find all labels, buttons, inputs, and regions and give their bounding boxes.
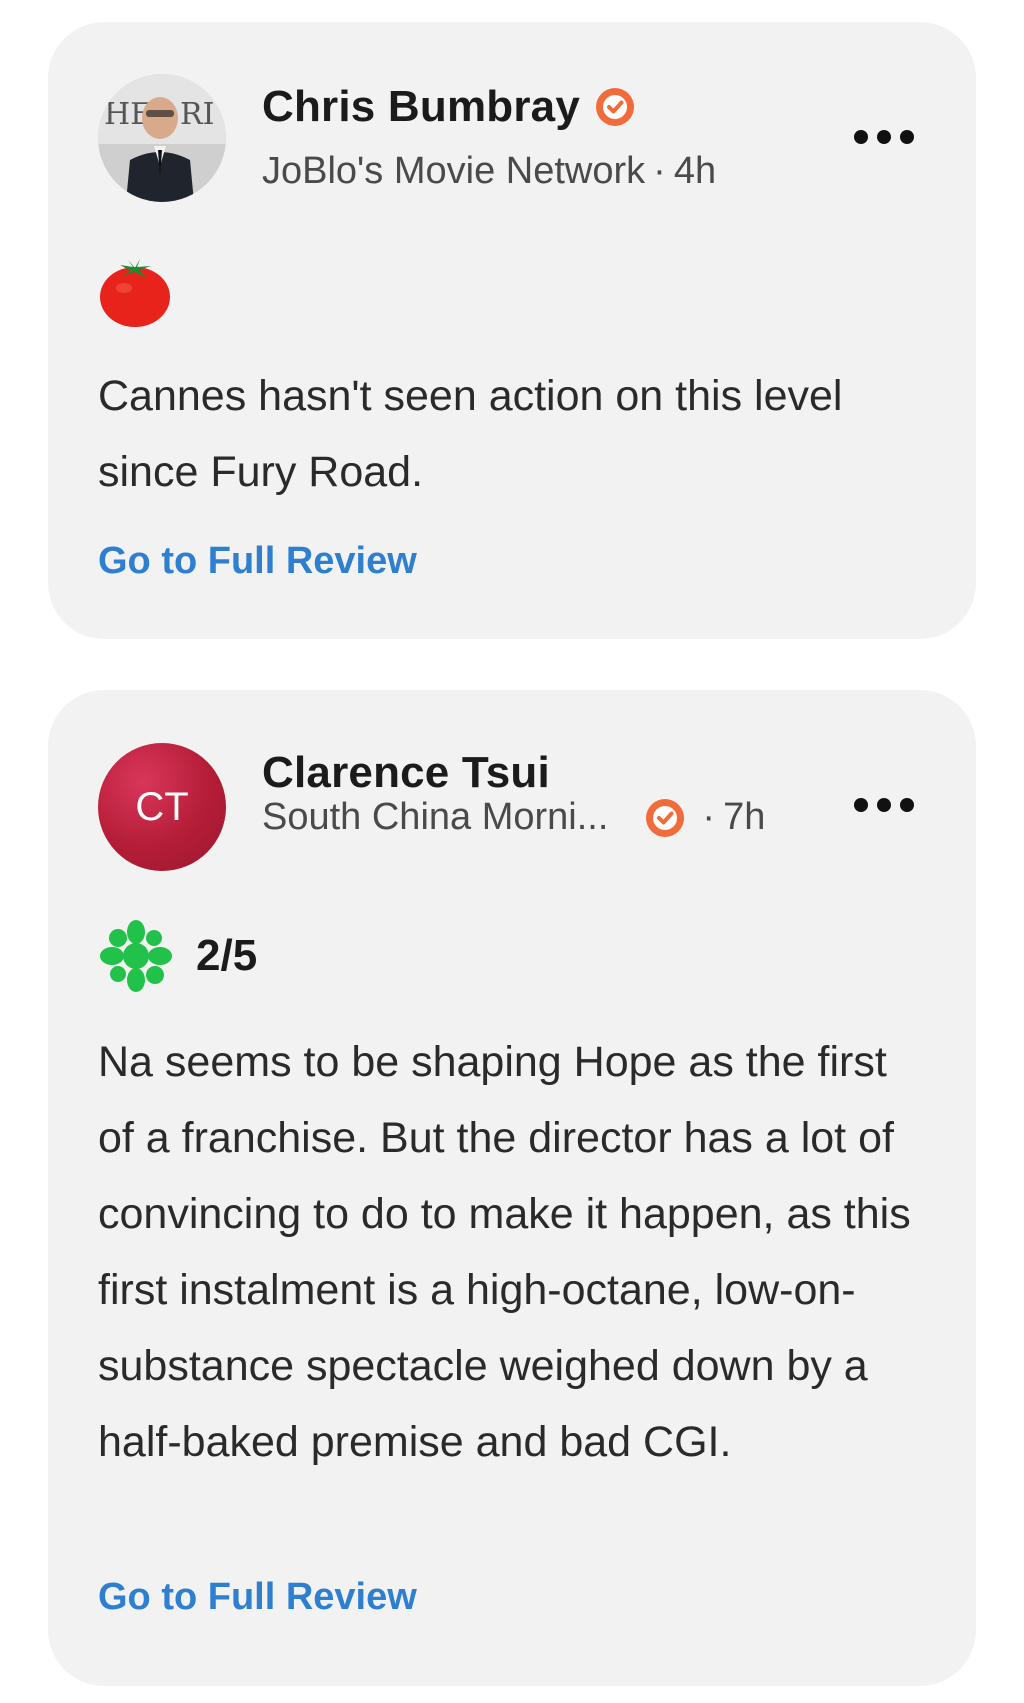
more-dot [877, 130, 891, 144]
score-row: 2/5 [98, 918, 257, 994]
score-text: 2/5 [196, 931, 258, 980]
critic-meta: JoBlo's Movie Network · 4h [262, 150, 716, 193]
fresh-tomato-icon [100, 259, 170, 327]
review-card: HE RI Chris Bumbray JoBlo's Movie Networ… [48, 22, 976, 639]
verified-check-icon [646, 798, 685, 837]
critic-photo-icon: HE RI [98, 74, 226, 202]
critic-avatar[interactable]: CT [98, 743, 226, 871]
review-quote: Cannes hasn't seen action on this level … [98, 372, 843, 496]
time-ago: 4h [673, 150, 717, 192]
more-dot [854, 130, 868, 144]
rotten-splat-icon [100, 920, 172, 992]
review-quote: Na seems to be shaping Hope as the first… [98, 1038, 911, 1466]
critic-name-row: Clarence Tsui [262, 748, 550, 798]
critic-name[interactable]: Chris Bumbray [262, 82, 580, 132]
more-options-button[interactable] [854, 122, 914, 152]
more-options-button[interactable] [854, 790, 914, 820]
more-dot [900, 798, 914, 812]
more-dot [854, 798, 868, 812]
publication-name[interactable]: JoBlo's Movie Network [262, 150, 645, 193]
critic-meta: South China Morni... · 7h [262, 796, 765, 839]
full-review-link[interactable]: Go to Full Review [98, 540, 417, 583]
time-ago: 7h [723, 796, 766, 838]
full-review-link[interactable]: Go to Full Review [98, 1576, 417, 1619]
backdrop-lettering-2: RI [180, 97, 214, 132]
more-dot [877, 798, 891, 812]
review-card: CT Clarence Tsui South China Morni... · … [48, 690, 976, 1686]
more-dot [900, 130, 914, 144]
critic-name[interactable]: Clarence Tsui [262, 748, 550, 798]
verified-check-icon [596, 88, 635, 126]
score-row [98, 254, 194, 328]
meta-separator: · [702, 796, 716, 838]
critic-avatar[interactable]: HE RI [98, 74, 226, 202]
publication-name[interactable]: South China Morni... [262, 796, 608, 839]
meta-separator: · [653, 150, 666, 192]
critic-name-row: Chris Bumbray [262, 82, 636, 132]
